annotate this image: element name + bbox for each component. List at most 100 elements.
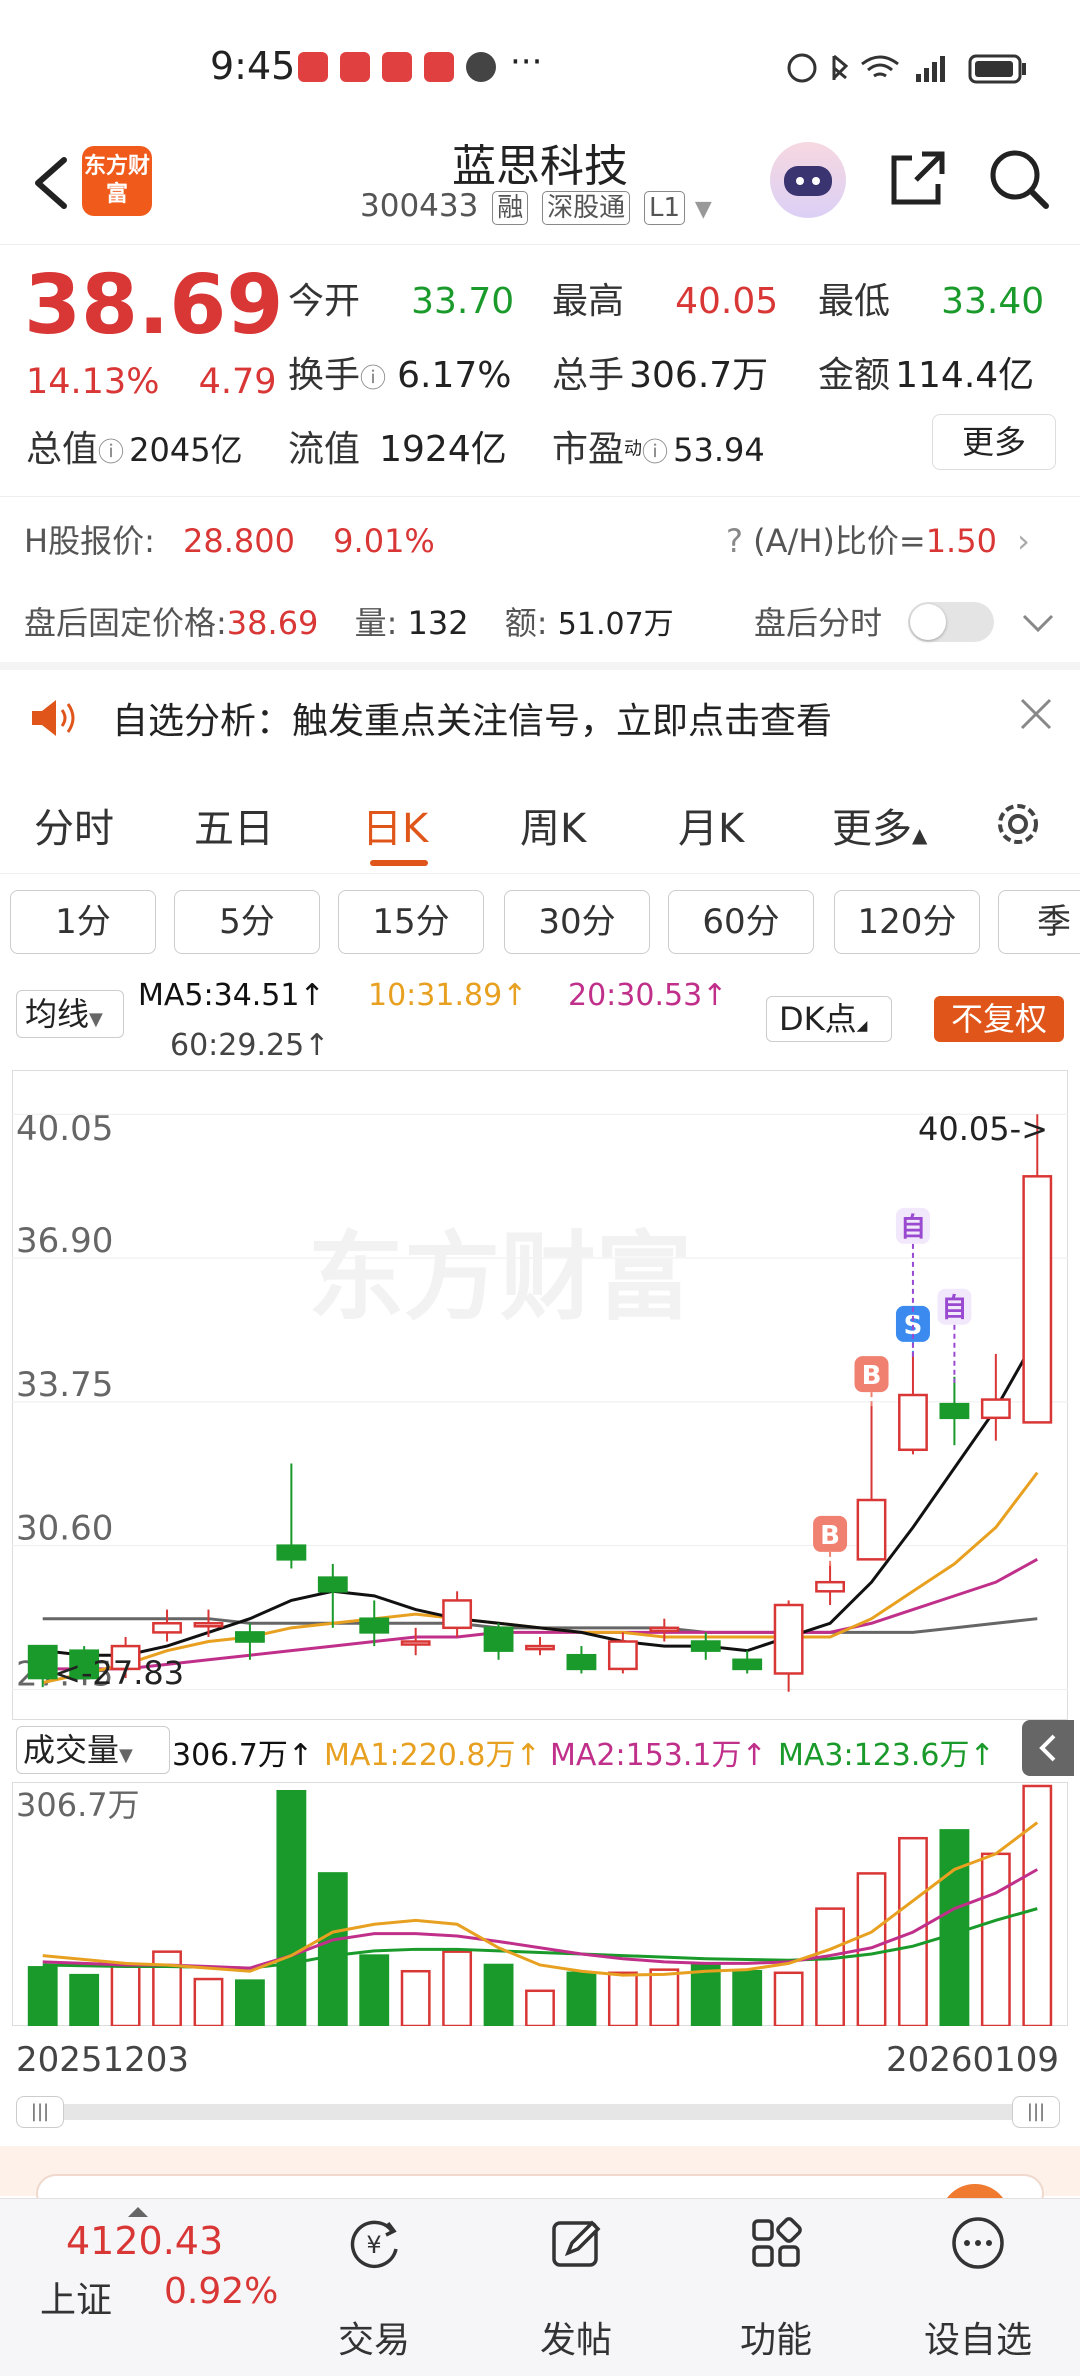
- period-15min[interactable]: 15分: [338, 890, 484, 954]
- search-icon[interactable]: [984, 144, 1054, 214]
- period-30min[interactable]: 30分: [504, 890, 650, 954]
- nav-add-watchlist[interactable]: 设自选: [878, 2199, 1078, 2376]
- candle: [317, 1563, 348, 1628]
- index-ticker[interactable]: 4120.43 上证 0.92%: [0, 2199, 280, 2376]
- promo-strip: [0, 2146, 1080, 2224]
- period-60min[interactable]: 60分: [668, 890, 814, 954]
- alarm-icon: [787, 53, 817, 83]
- amount-row: 金额 114.4亿: [818, 346, 1034, 398]
- svg-text:¥: ¥: [366, 2231, 381, 2259]
- help-icon: ?: [726, 522, 743, 560]
- volume-label: 总手: [552, 355, 625, 396]
- caret-up-icon: ▲: [912, 823, 928, 847]
- nav-functions[interactable]: 功能: [676, 2199, 876, 2376]
- period-5min[interactable]: 5分: [174, 890, 320, 954]
- period-1min[interactable]: 1分: [10, 890, 156, 954]
- more-button[interactable]: 更多: [932, 414, 1056, 470]
- candle: [732, 1650, 763, 1674]
- watermark: 东方财富: [308, 1222, 692, 1334]
- nav-post[interactable]: 发帖: [476, 2199, 676, 2376]
- candle-body: [732, 1658, 763, 1671]
- period-120min[interactable]: 120分: [834, 890, 980, 954]
- period-quarter[interactable]: 季: [998, 890, 1080, 954]
- range-handle-right[interactable]: |||: [1012, 2096, 1060, 2128]
- candle-body: [815, 1580, 846, 1593]
- h-share-row[interactable]: H股报价: 28.800 9.01%: [24, 516, 435, 562]
- tab-weekly-k[interactable]: 周K: [520, 796, 586, 854]
- ma-selector[interactable]: 均线▼: [16, 990, 124, 1038]
- after-hours-amt-label: 额:: [504, 604, 548, 642]
- after-hours-vol-label: 量:: [354, 604, 398, 642]
- stock-code-row[interactable]: 300433 融 深股通 L1 ▼: [360, 188, 712, 225]
- tab-active-indicator: [370, 860, 428, 866]
- chevron-down-icon[interactable]: [1018, 608, 1058, 638]
- after-hours-toggle[interactable]: [908, 602, 994, 642]
- close-icon[interactable]: [1018, 696, 1054, 732]
- chevron-down-icon: ▼: [694, 197, 712, 222]
- high-value: 40.05: [675, 281, 779, 322]
- bottom-nav: 4120.43 上证 0.92% ¥ 交易 发帖 功能 设自选: [0, 2198, 1080, 2376]
- tab-more[interactable]: 更多▲: [832, 796, 927, 854]
- more-circle-icon: [952, 2217, 1004, 2269]
- stock-name: 蓝思科技: [452, 141, 628, 192]
- caret-down-icon: ▼: [89, 1009, 103, 1030]
- tab-timeline[interactable]: 分时: [34, 796, 114, 854]
- stock-header: 东方财富 蓝思科技 300433 融 深股通 L1 ▼: [0, 130, 1080, 245]
- high-label: 最高: [552, 281, 625, 322]
- candle-body: [939, 1402, 970, 1420]
- caret-down-icon: ▼: [119, 1745, 133, 1766]
- candle-body: [980, 1398, 1011, 1420]
- status-bar: 9:45 ···: [0, 0, 1080, 130]
- caret-up-icon: [128, 2207, 148, 2217]
- stock-code: 300433: [360, 188, 479, 224]
- fuquan-button[interactable]: 不复权: [934, 996, 1064, 1042]
- candlestick-chart[interactable]: 40.0536.9033.7530.6027.45东方财富40.05-><-27…: [12, 1070, 1068, 1720]
- vol-ma3: MA3:123.6万↑: [778, 1738, 995, 1773]
- dk-label: DK点: [779, 1000, 857, 1038]
- candle: [856, 1404, 887, 1561]
- connect-tag: 深股通: [542, 191, 631, 225]
- candle: [898, 1353, 928, 1455]
- volume-bar: [483, 1963, 514, 2026]
- tab-monthly-k[interactable]: 月K: [678, 796, 744, 854]
- dk-point-selector[interactable]: DK点◢: [766, 996, 892, 1042]
- candle-body: [525, 1644, 555, 1651]
- nav-trade[interactable]: ¥ 交易: [274, 2199, 474, 2376]
- ma10-value: 10:31.89↑: [368, 978, 528, 1013]
- ah-ratio-row[interactable]: ? (A/H)比价=1.50 ›: [726, 516, 1030, 562]
- gear-icon[interactable]: [990, 796, 1046, 852]
- info-icon[interactable]: ⓘ: [98, 438, 124, 468]
- volume-chart[interactable]: 306.7万: [12, 1782, 1068, 2026]
- ma20-value: 20:30.53↑: [568, 978, 728, 1013]
- candle: [276, 1463, 307, 1569]
- app-logo[interactable]: 东方财富: [82, 146, 152, 216]
- chart-tabs: 分时 五日 日K 周K 月K 更多▲: [0, 770, 1080, 874]
- back-icon[interactable]: [24, 148, 84, 218]
- ma-selector-label: 均线: [25, 995, 90, 1033]
- volume-selector[interactable]: 成交量▼: [16, 1726, 170, 1774]
- collapse-button[interactable]: [1022, 1720, 1074, 1776]
- assistant-avatar[interactable]: [770, 142, 846, 218]
- candle: [152, 1609, 182, 1642]
- chart-range-track[interactable]: [16, 2104, 1060, 2120]
- alert-banner[interactable]: 自选分析：触发重点关注信号，立即点击查看: [0, 668, 1080, 768]
- ma60-value: 60:29.25↑: [170, 1028, 330, 1063]
- notification-icon: [340, 52, 370, 82]
- share-icon[interactable]: [882, 144, 952, 214]
- info-icon[interactable]: ⓘ: [642, 438, 668, 468]
- volume-bar: [234, 1979, 265, 2026]
- turnover-value: 6.17%: [397, 355, 512, 396]
- amount-label: 金额: [818, 355, 891, 396]
- range-handle-left[interactable]: |||: [16, 2096, 64, 2128]
- candle-body: [152, 1622, 182, 1634]
- candle: [773, 1600, 804, 1692]
- volume-bar: [400, 1969, 431, 2026]
- info-icon[interactable]: ⓘ: [360, 364, 386, 394]
- high-marker: 40.05->: [918, 1110, 1048, 1148]
- trade-icon: ¥: [350, 2220, 398, 2269]
- candle-body: [483, 1626, 514, 1652]
- tab-five-day[interactable]: 五日: [194, 796, 274, 854]
- candle: [400, 1627, 431, 1656]
- candle: [442, 1591, 473, 1637]
- tab-daily-k[interactable]: 日K: [362, 796, 428, 854]
